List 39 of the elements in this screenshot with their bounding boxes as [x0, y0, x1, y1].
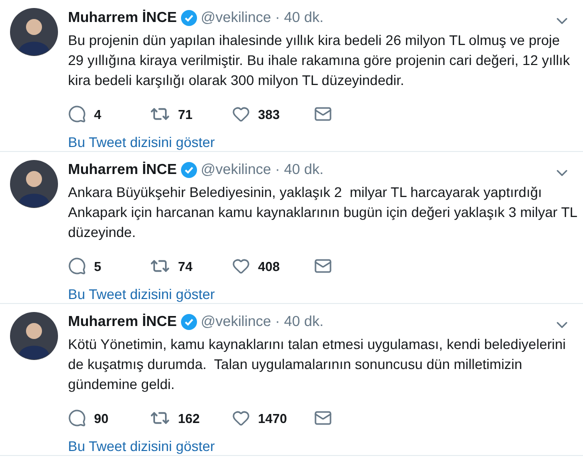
tweet-text: Kötü Yönetimin, kamu kaynaklarını talan etmesi uygulaması, kendi belediyelerini de kuşatmış durumda. Talan uygulamalarının sonuncusu dün milletimizin gündemine geldi. — [68, 335, 567, 394]
reply-count: 5 — [94, 258, 102, 274]
reply-icon[interactable] — [68, 409, 86, 427]
tweet-text: Bu projenin dün yapılan ihalesinde yıllık kira bedeli 26 milyon TL olmuş ve proje 29 yıllığına kiraya verilmiştir. Bu ihale rakamına göre projenin cari değeri, 12 yıllık kira bedeli karşılığı olarak 300 milyon TL düzeyindedir. — [68, 31, 571, 90]
verified-badge-icon — [180, 162, 197, 178]
mail-icon[interactable] — [314, 105, 332, 123]
timestamp[interactable]: · 40 dk. — [275, 314, 324, 330]
reply-count: 4 — [94, 106, 102, 122]
retweet-count: 162 — [178, 410, 200, 426]
like-count: 1470 — [258, 410, 287, 426]
avatar[interactable] — [10, 160, 58, 208]
verified-badge-icon — [180, 10, 197, 26]
mail-icon[interactable] — [314, 409, 332, 427]
author-name[interactable]: Muharrem İNCE — [68, 314, 177, 330]
like-icon[interactable] — [232, 409, 250, 427]
show-thread-link[interactable]: Bu Tweet dizisini göster — [68, 438, 573, 454]
like-count: 383 — [258, 106, 280, 122]
author-handle[interactable]: @vekilince — [200, 314, 272, 330]
mail-icon[interactable] — [314, 257, 332, 275]
like-icon[interactable] — [232, 105, 250, 123]
retweet-count: 71 — [178, 106, 192, 122]
author-name[interactable]: Muharrem İNCE — [68, 10, 177, 26]
reply-count: 90 — [94, 410, 108, 426]
avatar[interactable] — [10, 312, 58, 360]
retweet-count: 74 — [178, 258, 192, 274]
like-icon[interactable] — [232, 257, 250, 275]
timestamp[interactable]: · 40 dk. — [275, 10, 324, 26]
like-count: 408 — [258, 258, 280, 274]
author-name[interactable]: Muharrem İNCE — [68, 162, 177, 178]
author-handle[interactable]: @vekilince — [200, 10, 272, 26]
reply-icon[interactable] — [68, 257, 86, 275]
show-thread-link[interactable]: Bu Tweet dizisini göster — [68, 286, 578, 302]
reply-icon[interactable] — [68, 105, 86, 123]
tweet-text: Ankara Büyükşehir Belediyesinin, yaklaşık 2 milyar TL harcayarak yaptırdığı Ankapark için harcanan kamu kaynaklarının bugün için değeri yaklaşık 3 milyar TL düzeyinde. — [68, 183, 578, 242]
show-thread-link[interactable]: Bu Tweet dizisini göster — [68, 134, 573, 150]
timestamp[interactable]: · 40 dk. — [275, 162, 324, 178]
verified-badge-icon — [180, 314, 197, 330]
avatar[interactable] — [10, 8, 58, 56]
author-handle[interactable]: @vekilince — [200, 162, 272, 178]
